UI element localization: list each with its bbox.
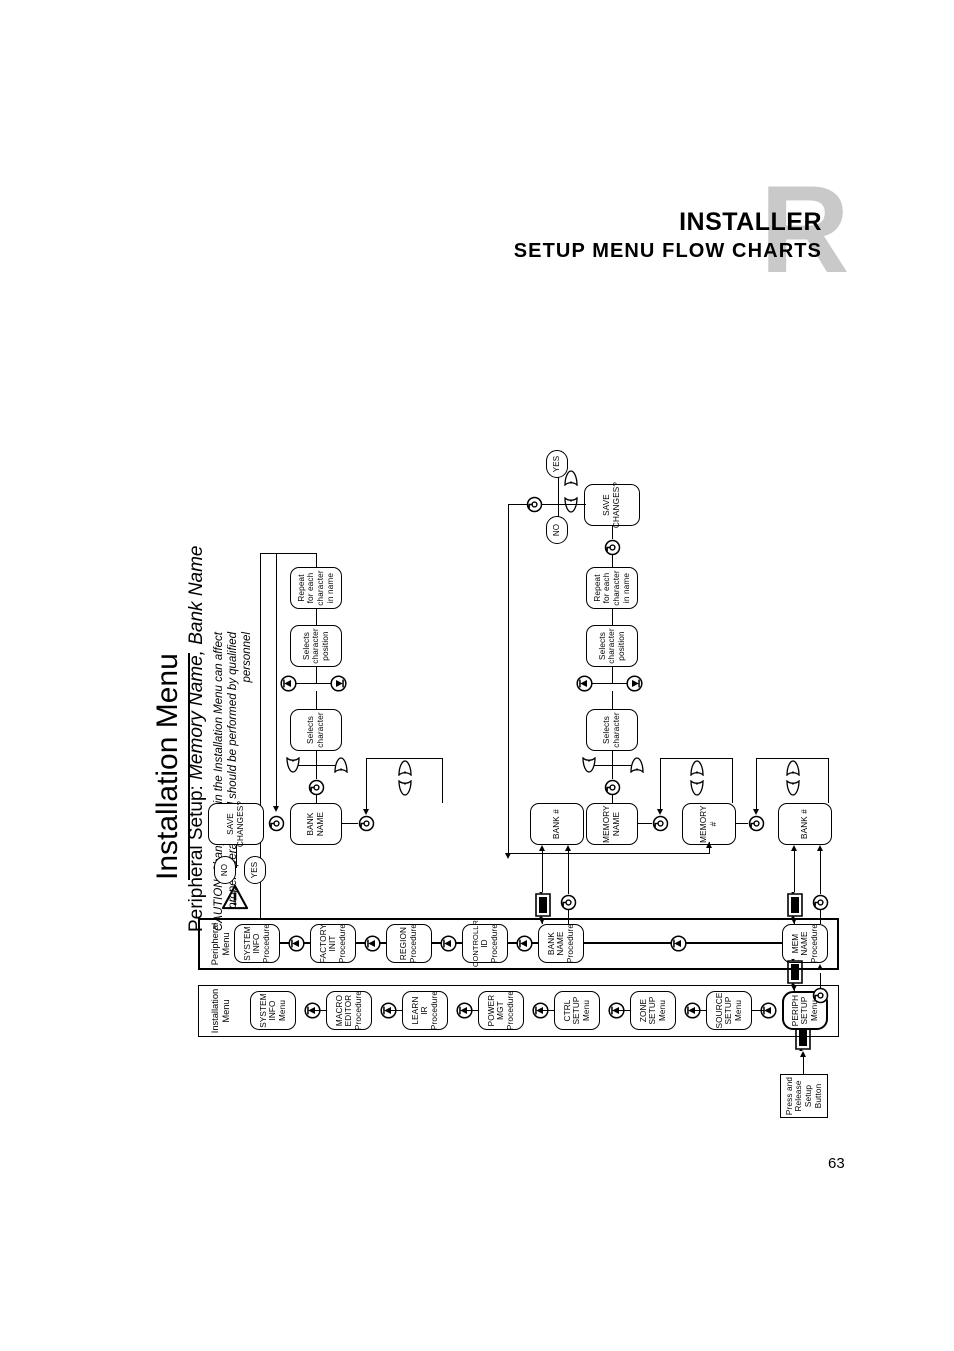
node-selects-character-position-mem: Selects character position (586, 625, 638, 667)
node-selects-character-bank: Selects character (290, 709, 342, 751)
node-bank-name-procedure[interactable]: BANK NAME Procedure (538, 924, 584, 963)
down-arrow-button-icon[interactable] (330, 675, 347, 692)
node-memory-number[interactable]: MEMORY # (682, 803, 736, 845)
enter-button-icon[interactable] (812, 987, 829, 1004)
node-repeat-each-character-bank: Repeat for each character in name (290, 567, 342, 609)
node-mem-name-procedure[interactable]: MEM NAME Procedure (782, 924, 828, 963)
node-memory-name[interactable]: MEMORY NAME (586, 803, 638, 845)
option-yes-bank[interactable]: YES (244, 856, 266, 884)
up-arrow-button-icon[interactable] (280, 675, 297, 692)
page-header: R INSTALLER SETUP MENU FLOW CHARTS (0, 168, 954, 292)
node-system-info-procedure[interactable]: SYSTEM INFO Procedure (234, 924, 280, 963)
node-source-setup-menu[interactable]: SOURCE SETUP Menu (706, 991, 752, 1030)
enter-button-icon[interactable] (652, 815, 669, 832)
node-selects-character-position-bank: Selects character position (290, 625, 342, 667)
node-ctrl-setup-menu[interactable]: CTRL SETUP Menu (554, 991, 600, 1030)
up-arrow-button-icon[interactable] (670, 935, 687, 952)
enter-button-icon[interactable] (526, 496, 543, 513)
node-macro-editor-procedure[interactable]: MACRO EDITOR Procedure (326, 991, 372, 1030)
enter-button-icon[interactable] (748, 815, 765, 832)
node-bank-number-mem[interactable]: BANK # (778, 803, 832, 845)
down-arrow-button-icon[interactable] (626, 675, 643, 692)
node-system-info-menu[interactable]: SYSTEM INFO Menu (250, 991, 296, 1030)
node-save-changes-bank[interactable]: SAVE CHANGES? (208, 801, 264, 847)
up-arrow-button-icon[interactable] (364, 935, 381, 952)
left-selector-icon[interactable] (564, 497, 578, 513)
up-arrow-button-icon[interactable] (440, 935, 457, 952)
setup-button-icon[interactable] (786, 892, 804, 918)
setup-button-icon[interactable] (786, 959, 804, 985)
node-learn-ir-procedure[interactable]: LEARN IR Procedure (402, 991, 448, 1030)
peripheral-menu-label: Peripheral Menu (210, 922, 231, 966)
up-arrow-button-icon[interactable] (516, 935, 533, 952)
node-power-mgt-procedure[interactable]: POWER MGT Procedure (478, 991, 524, 1030)
page-number: 63 (828, 1155, 845, 1172)
up-arrow-button-icon[interactable] (608, 1002, 625, 1019)
node-factory-init-procedure[interactable]: FACTORY INIT Procedure (310, 924, 356, 963)
up-arrow-button-icon[interactable] (532, 1002, 549, 1019)
left-selector-icon[interactable] (582, 757, 596, 773)
node-region-procedure[interactable]: REGION Procedure (386, 924, 432, 963)
start-node: Press and Release Setup Button (780, 1074, 828, 1118)
setup-button-icon[interactable] (534, 892, 552, 918)
enter-button-icon[interactable] (812, 894, 829, 911)
right-selector-icon[interactable] (786, 760, 800, 776)
node-bank-name[interactable]: BANK NAME (290, 803, 342, 845)
left-selector-icon[interactable] (286, 757, 300, 773)
left-selector-icon[interactable] (690, 780, 704, 796)
enter-button-icon[interactable] (308, 779, 325, 796)
up-arrow-button-icon[interactable] (760, 1002, 777, 1019)
up-arrow-button-icon[interactable] (684, 1002, 701, 1019)
node-bank-number[interactable]: BANK # (530, 803, 584, 845)
option-no-bank[interactable]: NO (214, 856, 236, 884)
left-selector-icon[interactable] (786, 780, 800, 796)
right-selector-icon[interactable] (398, 760, 412, 776)
up-arrow-button-icon[interactable] (576, 675, 593, 692)
header-title: INSTALLER (679, 208, 822, 236)
flowchart: Installation Menu Peripheral Menu Press … (190, 330, 850, 1130)
node-zone-setup-menu[interactable]: ZONE SETUP Menu (630, 991, 676, 1030)
option-no-mem[interactable]: NO (546, 516, 568, 544)
page-title: Installation Menu (151, 653, 190, 880)
up-arrow-button-icon[interactable] (456, 1002, 473, 1019)
left-selector-icon[interactable] (398, 780, 412, 796)
header-subtitle: SETUP MENU FLOW CHARTS (513, 240, 822, 262)
enter-button-icon[interactable] (560, 894, 577, 911)
node-selects-character-mem: Selects character (586, 709, 638, 751)
up-arrow-button-icon[interactable] (380, 1002, 397, 1019)
enter-button-icon[interactable] (604, 539, 621, 556)
node-save-changes-mem[interactable]: SAVE CHANGES? (584, 482, 640, 528)
enter-button-icon[interactable] (604, 779, 621, 796)
up-arrow-button-icon[interactable] (304, 1002, 321, 1019)
node-repeat-each-character-mem: Repeat for each character in name (586, 567, 638, 609)
installation-menu-label: Installation Menu (210, 988, 231, 1034)
up-arrow-button-icon[interactable] (288, 935, 305, 952)
enter-button-icon[interactable] (268, 815, 285, 832)
node-controller-id-procedure[interactable]: CONTROLLR ID Procedure (462, 920, 508, 967)
right-selector-icon[interactable] (334, 757, 348, 773)
right-selector-icon[interactable] (630, 757, 644, 773)
option-yes-mem[interactable]: YES (546, 450, 568, 478)
enter-button-icon[interactable] (358, 815, 375, 832)
right-selector-icon[interactable] (690, 760, 704, 776)
